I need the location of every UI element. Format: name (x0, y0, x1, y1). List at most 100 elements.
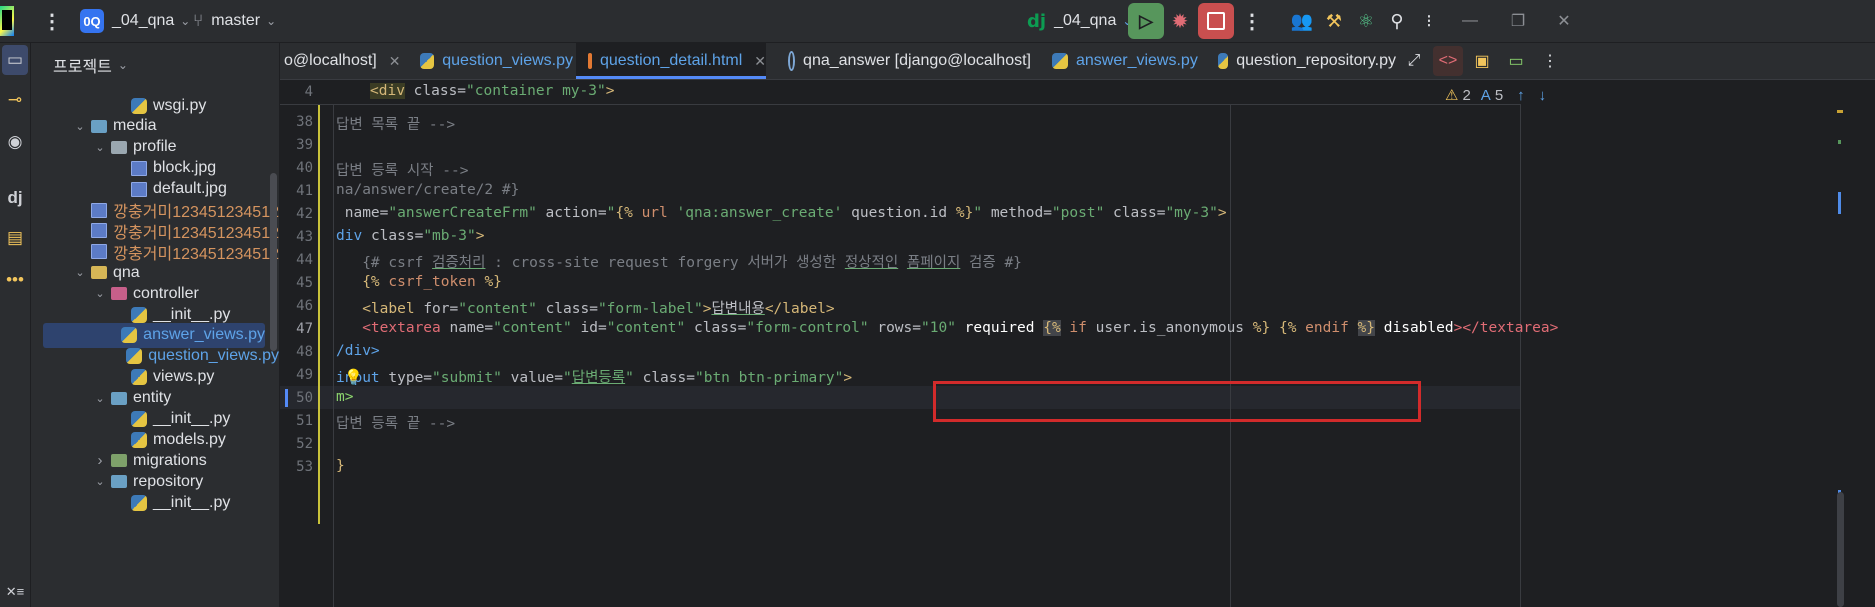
project-scrollbar[interactable] (270, 173, 277, 351)
tree-item-label: answer_views.py (143, 326, 265, 344)
expand-editor-button[interactable]: ⤢ (1399, 46, 1429, 76)
weak-warning-count: 5 (1494, 86, 1504, 104)
more-actions-button[interactable]: ⋮ (1238, 0, 1266, 42)
code-editor[interactable]: 38 39 40 41 42 43 44 45 46 47 48 49 50 51 52 53 답변 목록 끝… (280, 80, 1875, 607)
settings-dots-icon: ⁝ (1426, 10, 1432, 31)
code-view-button[interactable]: <> (1433, 46, 1463, 76)
preview-icon: ▭ (1508, 53, 1524, 70)
chevron-down-icon[interactable]: ⌄ (93, 475, 107, 488)
project-panel-title: 프로젝트 (53, 59, 112, 76)
tree-item-label: wsgi.py (153, 96, 207, 114)
close-icon: ✕ (1557, 13, 1571, 30)
code-line-47[interactable]: <textarea name="content" id="content" cl… (336, 320, 1558, 336)
code-line-53[interactable]: } (336, 458, 345, 474)
code-line-45[interactable]: {% csrf_token %} (336, 274, 502, 290)
scope-guide-line (318, 104, 320, 524)
tab-menu-button[interactable]: ⋮ (1535, 46, 1565, 76)
run-button[interactable]: ▷ (1128, 3, 1164, 39)
chevron-down-icon[interactable]: ⌄ (93, 287, 107, 300)
code-with-me-button[interactable]: 👥 (1288, 0, 1316, 42)
code-line-43[interactable]: div class="mb-3"> (336, 228, 484, 244)
tab-actions: ⤢ <> ▣ ▭ ⋮ (1395, 43, 1565, 79)
chevron-down-icon: ⌄ (266, 14, 277, 28)
chevron-down-icon[interactable]: ⌄ (73, 120, 87, 133)
project-panel-header[interactable]: 프로젝트 ⌄ (53, 53, 128, 77)
more-icon: ••• (6, 270, 24, 289)
minimize-button[interactable]: — (1450, 0, 1490, 42)
minimize-icon: — (1462, 12, 1478, 29)
line-number: 49 (296, 367, 313, 383)
tab-label: question_detail.html (599, 52, 743, 69)
settings-button[interactable]: ⁝ (1415, 0, 1443, 42)
debug-button[interactable]: ✹ (1166, 0, 1194, 42)
services-icon: ▤ (6, 228, 24, 247)
chevron-down-icon[interactable]: ⌄ (93, 141, 107, 154)
editor-tab[interactable]: question_detail.html ✕ (576, 43, 766, 79)
build-tools-button[interactable]: ⚒ (1320, 0, 1348, 42)
close-window-button[interactable]: ✕ (1544, 0, 1584, 42)
migrations-folder-icon (111, 454, 127, 468)
editor-scrollbar[interactable] (1837, 492, 1844, 607)
right-margin-guide-2 (1520, 104, 1521, 607)
code-line-50[interactable]: m> (336, 389, 353, 405)
project-switcher[interactable]: 0Q _04_qna ⌄ (80, 0, 190, 42)
code-line-40[interactable]: 답변 등록 시작 --> (336, 159, 468, 180)
close-tab-icon[interactable]: ✕ (754, 53, 766, 70)
ai-assistant-button[interactable]: ⚛ (1352, 0, 1380, 42)
tree-item-label: __init__.py (153, 493, 231, 511)
code-line-42[interactable]: name="answerCreateFrm" action="{% url 'q… (336, 205, 1227, 221)
code-line-41[interactable]: na/answer/create/2 #} (336, 182, 519, 198)
tree-item[interactable]: __init__.py (31, 490, 279, 515)
python-file-icon (131, 494, 147, 511)
chevron-down-icon[interactable]: ⌄ (93, 392, 107, 405)
tab-label: qna_answer [django@localhost] (803, 52, 1031, 69)
run-config-selector[interactable]: dj _04_qna ⌄ (1027, 0, 1132, 42)
split-view-button[interactable]: ▣ (1467, 46, 1497, 76)
lightbulb-icon[interactable]: 💡 (344, 368, 363, 386)
project-tool-button[interactable]: ▭ (2, 45, 28, 75)
code-line-46[interactable]: <label for="content" class="form-label">… (336, 297, 834, 318)
editor-tab[interactable]: question_repository.py (1206, 43, 1396, 79)
preview-button[interactable]: ▭ (1501, 46, 1531, 76)
tab-label: o@localhost] (284, 52, 377, 69)
editor-tab[interactable]: answer_views.py (1040, 43, 1200, 79)
pycharm-logo-icon[interactable] (0, 6, 14, 36)
github-tool-button[interactable]: ◉ (0, 127, 30, 157)
previous-highlight-icon[interactable]: ↑ (1517, 87, 1525, 104)
project-panel: 프로젝트 ⌄ wsgi.py ⌄ media ⌄ profile block.jpg def… (31, 43, 280, 607)
sticky-scroll-header[interactable]: 4 <div class="container my-3"> (280, 80, 1520, 105)
code-line-38[interactable]: 답변 목록 끝 --> (336, 113, 455, 134)
chevron-right-icon[interactable]: › (93, 452, 107, 469)
expand-icon: ⤢ (1407, 52, 1421, 69)
more-tools-button[interactable]: ••• (0, 265, 30, 295)
inspection-widget[interactable]: ⚠ 2 A 5 ↑ ↓ (1445, 86, 1547, 105)
editor-tab[interactable]: qna_answer [django@localhost] (776, 43, 1031, 79)
line-number: 48 (296, 344, 313, 360)
commit-tool-button[interactable]: ⊸ (0, 85, 30, 115)
django-structure-button[interactable]: dj (0, 183, 30, 213)
code-line-48[interactable]: /div> (336, 343, 380, 359)
code-line-44[interactable]: {# csrf 검증처리 : cross-site request forger… (336, 251, 1022, 272)
tree-item-label: migrations (133, 451, 207, 469)
tab-label: answer_views.py (1076, 52, 1198, 69)
next-highlight-icon[interactable]: ↓ (1539, 87, 1547, 104)
close-tab-icon[interactable]: ✕ (389, 53, 401, 70)
branch-switcher[interactable]: ⑂ master ⌄ (193, 0, 276, 42)
stop-button[interactable] (1198, 3, 1234, 39)
problems-tool-button[interactable]: ✕≡ (0, 577, 30, 607)
main-menu-button[interactable]: ⋮ (42, 0, 62, 42)
line-number: 46 (296, 298, 313, 314)
module-folder-icon (111, 475, 127, 489)
search-everywhere-button[interactable]: ⚲ (1383, 0, 1411, 42)
error-stripe-change (1838, 140, 1841, 144)
github-icon: ◉ (7, 132, 23, 151)
line-number: 47 (296, 321, 313, 337)
code-line-51[interactable]: 답변 등록 끝 --> (336, 412, 455, 433)
code-line-49[interactable]: input type="submit" value="답변등록" class="… (336, 366, 852, 387)
module-folder-icon (91, 119, 107, 133)
services-tool-button[interactable]: ▤ (0, 223, 30, 253)
maximize-button[interactable]: ❐ (1498, 0, 1538, 42)
chevron-down-icon[interactable]: ⌄ (73, 266, 87, 279)
editor-tab[interactable]: question_views.py (408, 43, 573, 79)
editor-tab[interactable]: o@localhost] ✕ (280, 43, 400, 79)
